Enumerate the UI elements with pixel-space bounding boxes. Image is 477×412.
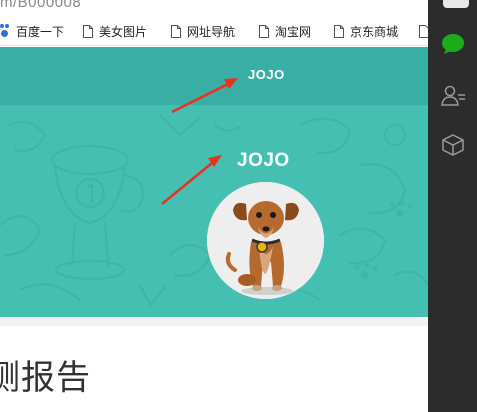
bookmark-label: 淘宝网 <box>275 24 312 39</box>
bookmark-label: 京东商城 <box>350 24 399 39</box>
header-title: JOJO <box>248 67 285 82</box>
chat-sidebar <box>428 0 477 412</box>
bookmark-jd[interactable]: 京东商城 <box>334 22 398 40</box>
bookmark-navigation[interactable]: 网址导航 <box>171 22 235 40</box>
app-header: JOJO <box>0 47 428 105</box>
chat-bubble-icon[interactable] <box>440 32 466 56</box>
paw-icon <box>0 24 10 38</box>
bookmark-baidu[interactable]: 百度一下 <box>0 22 64 40</box>
section-divider <box>0 317 428 326</box>
bookmark-taobao[interactable]: 淘宝网 <box>259 22 311 40</box>
profile-banner: JOJO <box>0 105 428 317</box>
bookmark-label: 网址导航 <box>187 24 236 39</box>
contacts-icon[interactable] <box>440 84 466 108</box>
url-text: m/B000008 <box>0 0 82 11</box>
dog-avatar[interactable] <box>207 182 324 299</box>
profile-name: JOJO <box>237 150 290 171</box>
address-bar-fragment[interactable]: m/B000008 <box>0 0 428 14</box>
dog-illustration <box>207 182 324 299</box>
sidebar-top-tab[interactable] <box>443 0 469 8</box>
bookmark-label: 美女图片 <box>99 24 148 39</box>
document-icon <box>171 24 181 38</box>
cube-icon[interactable] <box>440 133 466 157</box>
document-icon <box>259 24 269 38</box>
bookmark-meinv[interactable]: 美女图片 <box>83 22 147 40</box>
bookmarks-bar: 百度一下 美女图片 网址导航 淘宝网 京东商城 <box>0 14 429 46</box>
document-icon <box>83 24 93 38</box>
bookmark-label: 百度一下 <box>16 24 65 39</box>
page-heading: 测报告 <box>0 358 91 398</box>
document-icon <box>334 24 344 38</box>
